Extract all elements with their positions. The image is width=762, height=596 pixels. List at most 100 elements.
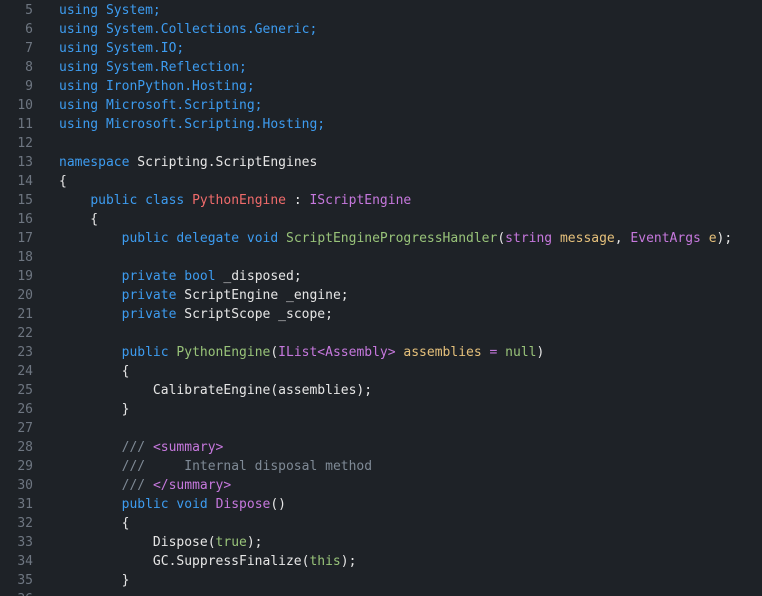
code-line[interactable]: 29 /// Internal disposal method	[0, 457, 762, 476]
code-line[interactable]: 10 using Microsoft.Scripting;	[0, 96, 762, 115]
code-token: ScriptEngineProgressHandler	[286, 231, 498, 246]
code-token: :	[286, 193, 310, 208]
code-token: ScriptEngine _engine;	[176, 288, 349, 303]
code-line[interactable]: 9 using IronPython.Hosting;	[0, 77, 762, 96]
code-text: using System.Reflection;	[59, 58, 247, 77]
line-number: 20	[17, 288, 33, 303]
line-number: 9	[25, 79, 33, 94]
line-number: 25	[17, 383, 33, 398]
code-text: public void Dispose()	[59, 495, 286, 514]
line-number: 19	[17, 269, 33, 284]
code-token: Dispose(	[59, 535, 216, 550]
line-number: 31	[17, 497, 33, 512]
code-text: private bool _disposed;	[59, 267, 302, 286]
code-line[interactable]: 35 }	[0, 571, 762, 590]
code-line[interactable]: 14 {	[0, 172, 762, 191]
code-token: private	[121, 288, 177, 303]
code-token: {	[59, 516, 130, 531]
line-number: 15	[17, 193, 33, 208]
code-line[interactable]: 23 public PythonEngine(IList<Assembly> a…	[0, 343, 762, 362]
line-number: 28	[17, 440, 33, 455]
line-number: 8	[25, 60, 33, 75]
code-token: void	[176, 497, 208, 512]
code-token: CalibrateEngine(assemblies);	[59, 383, 373, 398]
code-line[interactable]: 22	[0, 324, 762, 343]
code-line[interactable]: 13 namespace Scripting.ScriptEngines	[0, 153, 762, 172]
line-number: 11	[17, 117, 33, 132]
code-token: IScriptEngine	[309, 193, 412, 208]
code-token: EventArgs	[630, 231, 701, 246]
code-line[interactable]: 25 CalibrateEngine(assemblies);	[0, 381, 762, 400]
code-editor[interactable]: 5 using System; 6 using System.Collections.…	[0, 0, 762, 596]
code-line[interactable]: 36	[0, 590, 762, 596]
code-line[interactable]: 21 private ScriptScope _scope;	[0, 305, 762, 324]
code-token: Microsoft.Scripting;	[105, 98, 263, 113]
code-line[interactable]: 6 using System.Collections.Generic;	[0, 20, 762, 39]
code-text: using System.IO;	[59, 39, 184, 58]
code-line[interactable]: 17 public delegate void ScriptEngineProg…	[0, 229, 762, 248]
code-token: public	[121, 345, 169, 360]
code-token: );	[340, 554, 357, 569]
code-token: System.Collections.Generic;	[105, 22, 318, 37]
code-token: using	[59, 98, 99, 113]
code-token: }	[59, 573, 130, 588]
code-line[interactable]: 7 using System.IO;	[0, 39, 762, 58]
code-line[interactable]: 15 public class PythonEngine : IScriptEn…	[0, 191, 762, 210]
code-text: {	[59, 514, 130, 533]
code-text: using Microsoft.Scripting;	[59, 96, 263, 115]
code-token: using	[59, 22, 99, 37]
code-line[interactable]: 11 using Microsoft.Scripting.Hosting;	[0, 115, 762, 134]
code-line[interactable]: 28 /// <summary>	[0, 438, 762, 457]
code-text: Dispose(true);	[59, 533, 263, 552]
code-line[interactable]: 12	[0, 134, 762, 153]
code-token: System.Reflection;	[105, 60, 247, 75]
code-line[interactable]: 8 using System.Reflection;	[0, 58, 762, 77]
line-number: 29	[17, 459, 33, 474]
code-token: Scripting.ScriptEngines	[129, 155, 318, 170]
line-number: 12	[17, 136, 33, 151]
code-line[interactable]: 30 /// </summary>	[0, 476, 762, 495]
line-number: 24	[17, 364, 33, 379]
code-token: string	[505, 231, 553, 246]
code-line[interactable]: 31 public void Dispose()	[0, 495, 762, 514]
code-line[interactable]: 24 {	[0, 362, 762, 381]
code-line[interactable]: 18	[0, 248, 762, 267]
code-token: Microsoft.Scripting.Hosting;	[105, 117, 326, 132]
code-token: )	[536, 345, 545, 360]
code-token: public	[121, 497, 169, 512]
code-line[interactable]: 19 private bool _disposed;	[0, 267, 762, 286]
code-token: public	[90, 193, 138, 208]
code-token: {	[59, 212, 99, 227]
code-line[interactable]: 34 GC.SuppressFinalize(this);	[0, 552, 762, 571]
code-line[interactable]: 27	[0, 419, 762, 438]
line-number: 30	[17, 478, 33, 493]
code-line[interactable]: 16 {	[0, 210, 762, 229]
code-token: using	[59, 117, 99, 132]
code-token: message	[559, 231, 615, 246]
code-line[interactable]: 32 {	[0, 514, 762, 533]
code-token: void	[246, 231, 279, 246]
code-token: (	[270, 345, 279, 360]
code-line[interactable]: 26 }	[0, 400, 762, 419]
code-line[interactable]: 33 Dispose(true);	[0, 533, 762, 552]
code-token: System.IO;	[105, 41, 185, 56]
code-text: using IronPython.Hosting;	[59, 77, 255, 96]
code-token: IList<Assembly>	[278, 345, 396, 360]
code-line[interactable]: 20 private ScriptEngine _engine;	[0, 286, 762, 305]
code-token: assemblies	[403, 345, 482, 360]
code-line[interactable]: 5 using System;	[0, 1, 762, 20]
